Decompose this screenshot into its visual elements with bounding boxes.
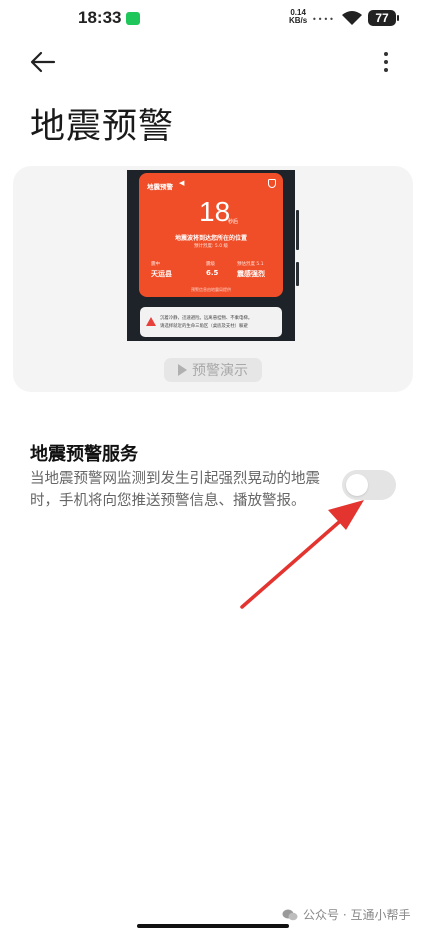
service-title: 地震预警服务 [30, 444, 138, 465]
watermark-text: 公众号 · 互通小帮手 [303, 908, 411, 922]
magnitude-label: 震级 [206, 262, 215, 267]
intensity-label: 预估烈度 5.1 [237, 262, 264, 267]
status-bar: 18:33 0.14 KB/s •••• 77 [0, 0, 427, 40]
network-speed-unit: KB/s [289, 16, 308, 25]
safety-tip-box: 沉着冷静，迅速避险。远离悬挂物、不乘电梯。 请选择就近的生命三角区（桌底及支柱）… [140, 307, 282, 337]
alert-title: 地震预警 [147, 183, 173, 191]
signal-icon: •••• [312, 15, 335, 24]
watermark: 公众号 · 互通小帮手 [282, 906, 410, 923]
wifi-icon [342, 11, 362, 25]
back-button[interactable] [22, 46, 62, 78]
countdown-unit: 秒后 [228, 219, 239, 225]
wechat-icon [282, 909, 298, 920]
demo-button[interactable]: 预警演示 [164, 358, 262, 382]
alert-message: 地震波将到达您所在的位置 [174, 235, 247, 242]
epicenter-value: 天运县 [151, 270, 172, 278]
intensity-value: 震感强烈 [237, 270, 265, 278]
page-title: 地震预警 [30, 107, 175, 147]
more-options-icon[interactable] [374, 46, 398, 78]
alert-sub-message: 预计烈度: 5.0 级 [193, 244, 229, 249]
arrow-left-icon [30, 51, 56, 73]
service-description: 当地震预警网监测到发生引起强烈晃动的地震时，手机将向您推送预警信息、播放警报。 [30, 471, 320, 509]
alert-footer: 预警信息由地震局提供 [191, 287, 231, 292]
app-notification-icon [126, 12, 140, 25]
service-toggle[interactable] [342, 470, 396, 500]
home-indicator[interactable] [137, 924, 289, 928]
magnitude-value: 6.5 [206, 269, 219, 277]
warning-icon [146, 317, 156, 326]
play-icon [178, 364, 187, 376]
speaker-icon: ◀ [179, 179, 185, 187]
countdown-number: 18 [199, 196, 231, 227]
epicenter-label: 震中 [151, 262, 160, 267]
battery-icon: 77 [368, 10, 399, 26]
toggle-knob [346, 474, 368, 496]
safety-tip-line: 请选择就近的生命三角区（桌底及支柱）躲避 [160, 324, 248, 329]
phone-side-button [296, 262, 299, 286]
status-time: 18:33 [78, 8, 122, 27]
safety-tip-line: 沉着冷静，迅速避险。远离悬挂物、不乘电梯。 [160, 316, 253, 321]
demo-button-label: 预警演示 [192, 363, 248, 379]
network-speed: 0.14 KB/s [289, 9, 307, 25]
phone-side-button [296, 210, 299, 250]
alert-preview-card: 地震预警 ◀ 18 秒后 地震波将到达您所在的位置 预计烈度: 5.0 级 震中… [139, 173, 283, 297]
shield-icon [268, 179, 276, 188]
